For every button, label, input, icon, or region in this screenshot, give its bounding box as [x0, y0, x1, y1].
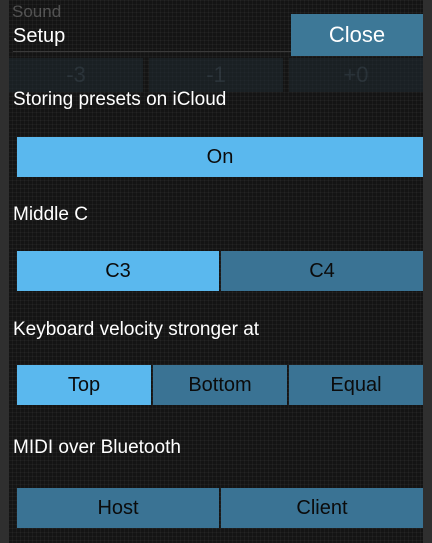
middle-c-c4-button[interactable]: C4: [221, 251, 423, 291]
velocity-top-button[interactable]: Top: [17, 365, 151, 405]
icloud-on-button[interactable]: On: [17, 137, 423, 177]
middle-c-c3-button[interactable]: C3: [17, 251, 219, 291]
background-transpose-minus3: -3: [9, 58, 143, 92]
background-transpose-zero: +0: [289, 58, 423, 92]
left-edge-strip: [0, 0, 9, 543]
background-transpose-row: -3 -1 +0: [9, 58, 423, 92]
velocity-segmented-control: Top Bottom Equal: [17, 365, 423, 405]
close-button[interactable]: Close: [291, 14, 423, 56]
bluetooth-segmented-control: Host Client: [17, 488, 423, 528]
title-divider: [13, 51, 303, 52]
middle-c-segmented-control: C3 C4: [17, 251, 423, 291]
velocity-bottom-button[interactable]: Bottom: [153, 365, 287, 405]
icloud-section-label: Storing presets on iCloud: [13, 89, 227, 110]
background-transpose-minus1: -1: [149, 58, 283, 92]
velocity-equal-button[interactable]: Equal: [289, 365, 423, 405]
bluetooth-section-label: MIDI over Bluetooth: [13, 437, 181, 458]
background-sound-label: Sound: [12, 2, 62, 21]
bluetooth-host-button[interactable]: Host: [17, 488, 219, 528]
page-title: Setup: [13, 25, 66, 47]
velocity-section-label: Keyboard velocity stronger at: [13, 319, 260, 340]
bluetooth-client-button[interactable]: Client: [221, 488, 423, 528]
middle-c-section-label: Middle C: [13, 204, 88, 225]
right-edge-strip: [423, 0, 432, 543]
icloud-toggle-group: On: [17, 137, 423, 177]
